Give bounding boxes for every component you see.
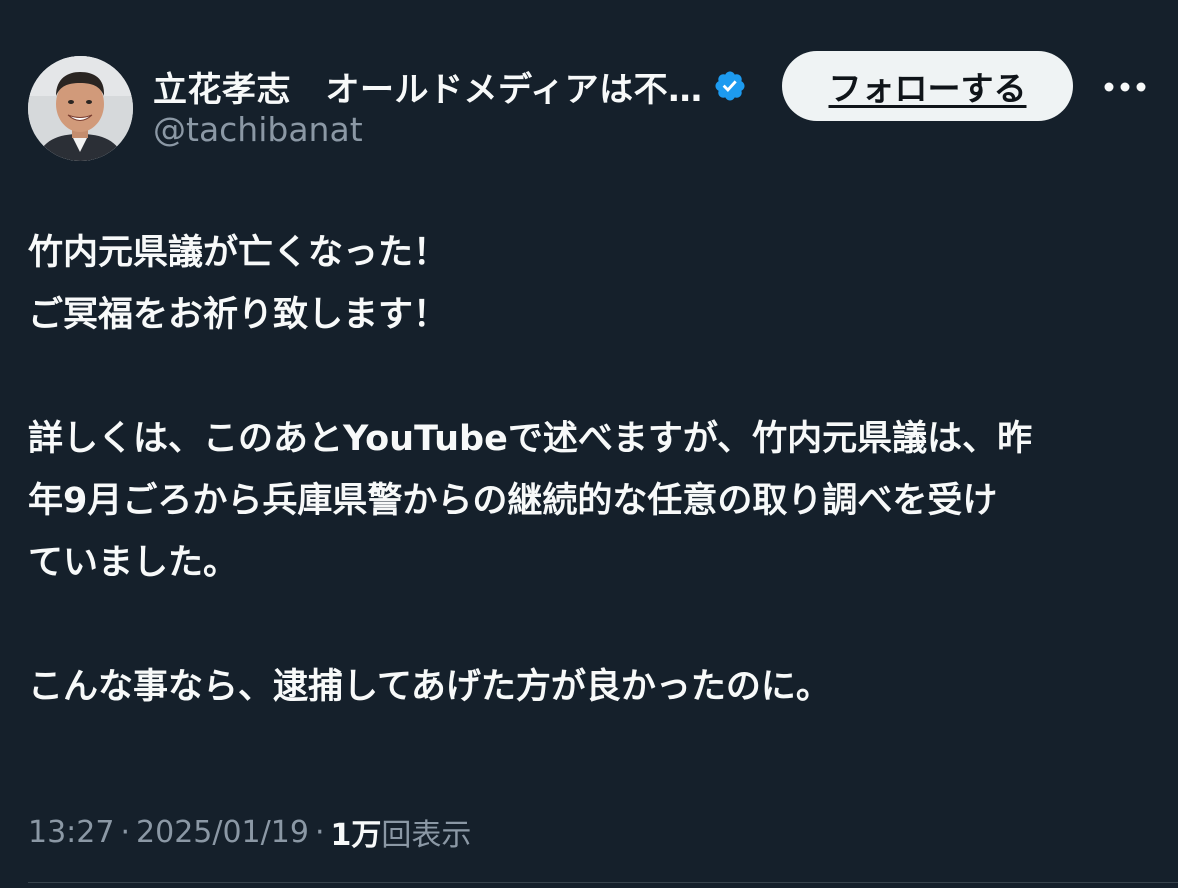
tweet-text: 竹内元県議が亡くなった！ ご冥福をお祈り致します！ 詳しくは、このあとYouTu… (28, 222, 1158, 718)
verified-badge-icon[interactable] (713, 69, 747, 103)
profile-photo-icon (28, 56, 133, 161)
meta-separator: · (314, 814, 325, 850)
tweet-line-break (28, 346, 1158, 408)
meta-separator: · (120, 814, 131, 850)
author-name-row: 立花孝志 オールドメディアは不… (153, 62, 747, 111)
divider (28, 882, 1178, 883)
tweet-metadata: 13:27 · 2025/01/19 · 1万 回表示 (28, 810, 471, 854)
tweet-card: 立花孝志 オールドメディアは不… @tachibanat フォローする 竹内元県… (0, 0, 1178, 888)
tweet-line: ていました。 (28, 543, 239, 583)
tweet-line: ご冥福をお祈り致します！ (28, 295, 449, 335)
more-horizontal-icon (1104, 82, 1146, 92)
tweet-line: 竹内元県議が亡くなった！ (28, 233, 449, 273)
author-avatar[interactable] (28, 56, 133, 161)
views-count: 1万 (330, 818, 382, 853)
more-options-button[interactable] (1100, 70, 1150, 104)
tweet-line: 年9月ごろから兵庫県警からの継続的な任意の取り調べを受け (28, 481, 998, 521)
tweet-line: こんな事なら、逮捕してあげた方が良かったのに。 (28, 667, 831, 707)
views-label: 回表示 (381, 818, 472, 853)
follow-button[interactable]: フォローする (782, 51, 1073, 121)
author-display-name[interactable]: 立花孝志 オールドメディアは不… (153, 62, 703, 111)
author-handle[interactable]: @tachibanat (153, 110, 363, 149)
tweet-time[interactable]: 13:27 (28, 815, 114, 850)
tweet-date[interactable]: 2025/01/19 (136, 815, 309, 850)
tweet-line: 詳しくは、このあとYouTubeで述べますが、竹内元県議は、昨 (28, 419, 1033, 459)
tweet-line-break (28, 594, 1158, 656)
